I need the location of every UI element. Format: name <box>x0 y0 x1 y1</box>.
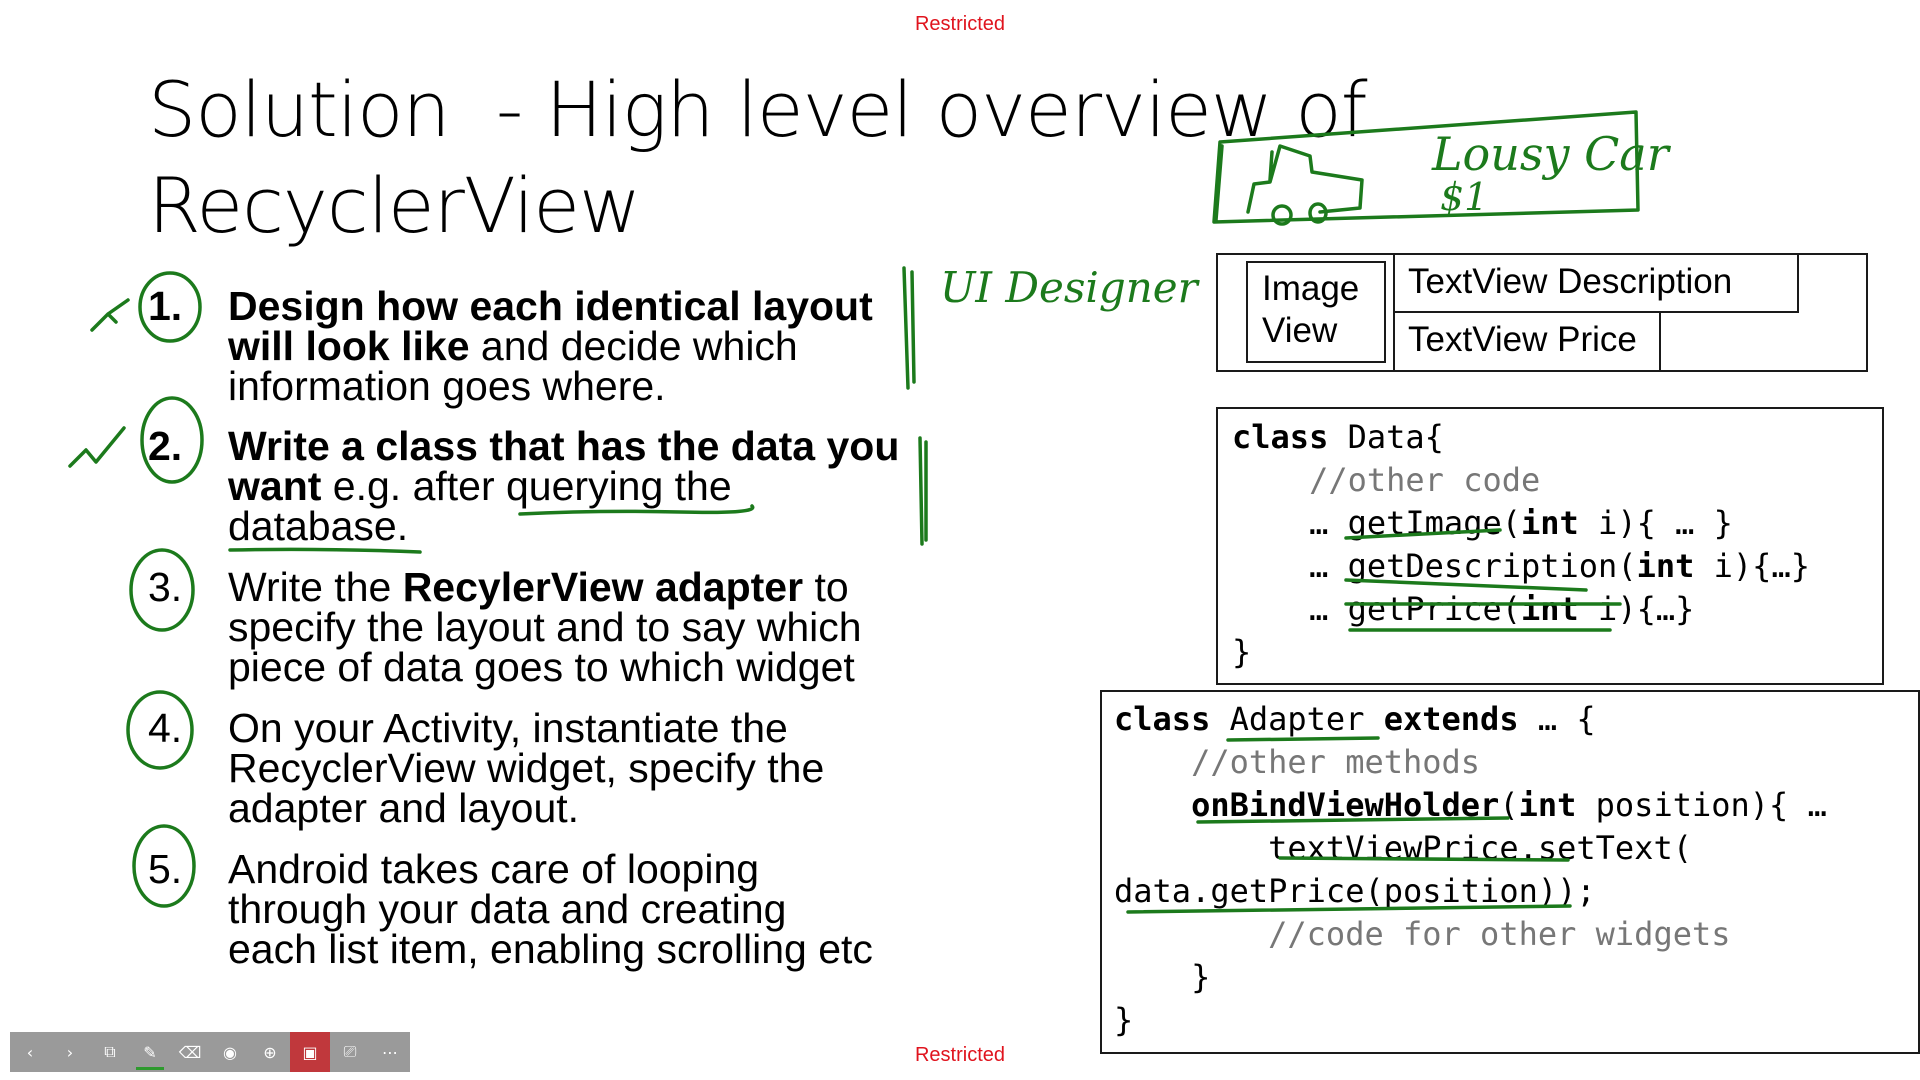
image-view-label-1: Image <box>1262 269 1360 308</box>
step-text-line: RecyclerView widget, specify the <box>228 748 948 789</box>
code-token: Adapter <box>1210 700 1384 738</box>
step-text-line: Android takes care of looping <box>228 849 948 890</box>
code-token: … getImage( <box>1232 504 1521 542</box>
step-text-line: Write a class that has the data you <box>228 426 948 467</box>
step-text-line: information goes where. <box>228 363 948 409</box>
code-token: data.getPrice(position)); <box>1114 872 1596 910</box>
code-token: i){…} <box>1694 547 1810 585</box>
code-token: } <box>1232 633 1252 671</box>
code-token: int <box>1636 547 1695 585</box>
step-text: Write a class that has the data you want … <box>228 426 948 549</box>
step-text: Android takes care of looping through you… <box>228 849 948 972</box>
adapter-class-code-line: data.getPrice(position)); <box>1114 870 1827 913</box>
data-class-code: class Data{ //other code … getImage(int … <box>1232 416 1810 674</box>
step-text-segment: adapter and layout. <box>228 785 580 831</box>
data-class-code-line: } <box>1232 631 1810 674</box>
code-token: i){…} <box>1578 590 1695 628</box>
step-number: 3. <box>148 564 183 610</box>
step-text-line: Design how each identical layout <box>228 286 948 327</box>
code-token: class <box>1114 700 1211 738</box>
slide-title: Solution - High level overview of Recycl… <box>148 62 1367 254</box>
step-text-line: On your Activity, instantiate the <box>228 708 948 749</box>
data-class-code-line: class Data{ <box>1232 416 1810 459</box>
step-text-line: through your data and creating <box>228 889 948 930</box>
step-text-line: each list item, enabling scrolling etc <box>228 926 948 972</box>
step-text-line: specify the layout and to say which <box>228 607 948 648</box>
step-text-segment: database. <box>228 503 409 549</box>
step-text: Write the RecylerView adapter to specify … <box>228 567 948 690</box>
code-token: … getPrice( <box>1232 590 1521 628</box>
code-token: onBindViewHolder <box>1191 786 1500 824</box>
code-token: int <box>1518 786 1577 824</box>
textview-price-label: TextView Price <box>1408 320 1637 359</box>
code-token: //code for other widgets <box>1268 915 1731 953</box>
step-number: 4. <box>148 705 183 751</box>
data-class-code-line: //other code <box>1232 459 1810 502</box>
code-token: … { <box>1518 700 1596 738</box>
step-number: 2. <box>148 423 183 469</box>
image-view-label-2: View <box>1262 311 1338 350</box>
check-mark-step-2 <box>68 426 126 468</box>
step-text-line: Write the RecylerView adapter to <box>228 567 948 608</box>
check-mark-step-1 <box>90 298 130 332</box>
step-text: Design how each identical layout will loo… <box>228 286 948 409</box>
code-token: extends <box>1383 700 1519 738</box>
code-token: int <box>1520 590 1579 628</box>
restricted-label-top: Restricted <box>914 13 1006 35</box>
step-text-segment: information goes where. <box>228 363 666 409</box>
lousy-car-annotation: Lousy Car <box>1431 127 1672 181</box>
price-annotation: $1 <box>1440 175 1488 219</box>
textview-description-label: TextView Description <box>1408 262 1733 301</box>
active-tool-indicator <box>136 1067 164 1070</box>
adapter-class-code-line: //code for other widgets <box>1114 913 1827 956</box>
adapter-class-code-line: class Adapter extends … { <box>1114 698 1827 741</box>
code-token: int <box>1520 504 1579 542</box>
slide-title-line-2: RecyclerView <box>148 161 641 250</box>
step-text-line: want e.g. after querying the <box>228 466 948 507</box>
step-number: 1. <box>148 283 183 329</box>
step-text: On your Activity, instantiate the Recycle… <box>228 708 948 831</box>
adapter-class-code-line: onBindViewHolder(int position){ … <box>1114 784 1827 827</box>
code-token: } <box>1114 958 1211 996</box>
code-token: i){ … } <box>1578 504 1733 542</box>
ui-designer-annotation: UI Designer <box>940 263 1201 312</box>
adapter-class-code-line: //other methods <box>1114 741 1827 784</box>
code-token: ( <box>1499 786 1519 824</box>
adapter-class-code-line: } <box>1114 999 1827 1042</box>
step-text-line: database. <box>228 503 948 549</box>
code-token: position){ … <box>1576 786 1827 824</box>
data-class-code-line: … getDescription(int i){…} <box>1232 545 1810 588</box>
code-token: //other methods <box>1191 743 1481 781</box>
step-text-line: adapter and layout. <box>228 785 948 831</box>
slide-title-line-1: Solution - High level overview of <box>148 65 1367 154</box>
step-text-segment: piece of data goes to which widget <box>228 644 855 690</box>
step-number: 5. <box>148 846 183 892</box>
data-class-code-line: … getPrice(int i){…} <box>1232 588 1810 631</box>
step-text-line: piece of data goes to which widget <box>228 644 948 690</box>
step-text-segment: each list item, enabling scrolling etc <box>228 926 873 972</box>
underline-database <box>228 547 422 554</box>
step-text-line: will look like and decide which <box>228 326 948 367</box>
code-token: textViewPrice.setText( <box>1114 829 1692 867</box>
adapter-class-code-line: } <box>1114 956 1827 999</box>
adapter-class-code: class Adapter extends … { //other method… <box>1114 698 1827 1042</box>
code-token: } <box>1114 1001 1134 1039</box>
code-token: //other code <box>1309 461 1541 499</box>
code-token: Data{ <box>1328 418 1444 456</box>
code-token: … getDescription( <box>1232 547 1637 585</box>
restricted-label-bottom: Restricted <box>914 1044 1006 1066</box>
adapter-class-code-line: textViewPrice.setText( <box>1114 827 1827 870</box>
data-class-code-line: … getImage(int i){ … } <box>1232 502 1810 545</box>
code-token: class <box>1232 418 1329 456</box>
